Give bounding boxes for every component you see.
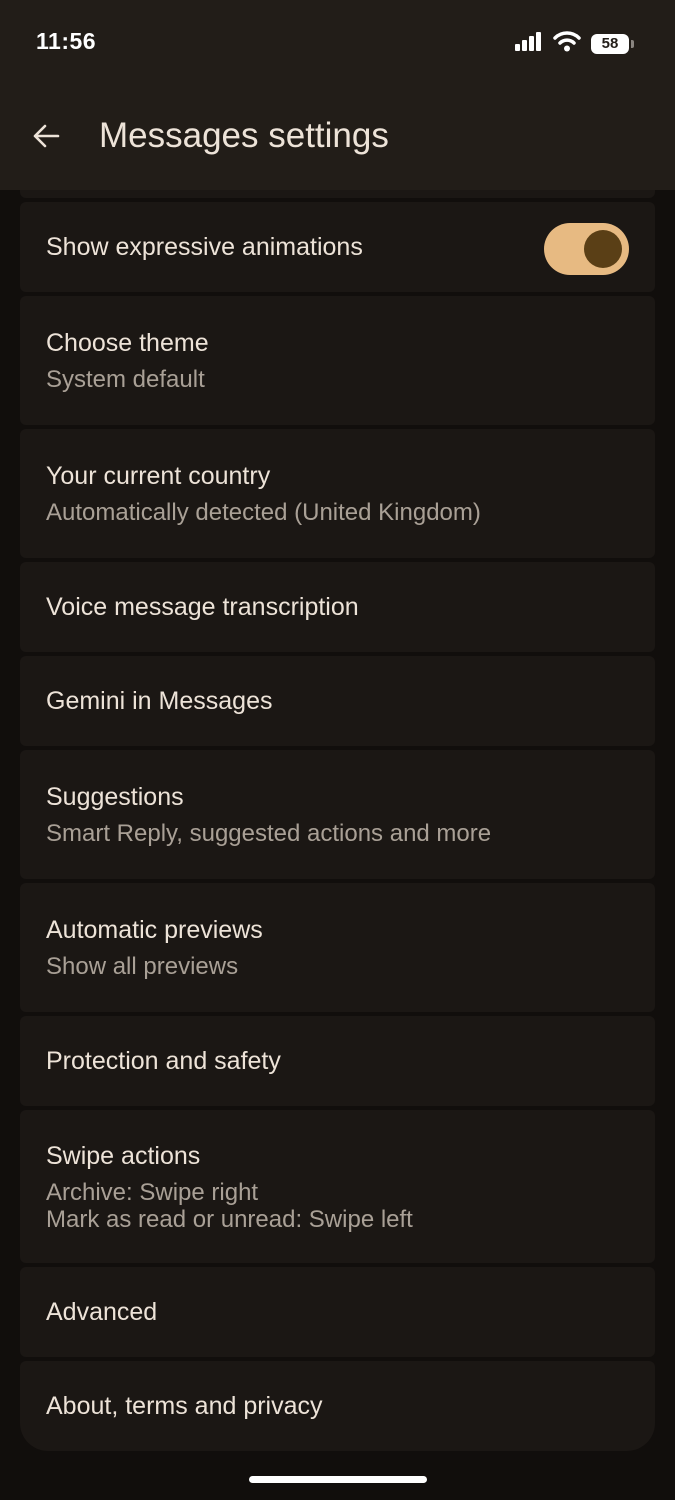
setting-title: Your current country <box>46 462 271 490</box>
setting-title: Swipe actions <box>46 1141 201 1170</box>
list-item-partial <box>20 190 655 198</box>
setting-title: Show expressive animations <box>46 233 363 261</box>
setting-show-expressive-animations[interactable]: Show expressive animations <box>20 202 655 292</box>
arrow-back-icon <box>30 120 62 157</box>
app-bar: Messages settings <box>0 90 675 190</box>
setting-gemini-in-messages[interactable]: Gemini in Messages <box>20 656 655 746</box>
setting-title: Advanced <box>46 1298 158 1326</box>
setting-subtitle: Smart Reply, suggested actions and more <box>46 820 492 847</box>
setting-automatic-previews[interactable]: Automatic previews Show all previews <box>20 883 655 1012</box>
status-time: 11:56 <box>36 28 97 54</box>
setting-current-country[interactable]: Your current country Automatically detec… <box>20 429 655 558</box>
battery-level: 58 <box>601 35 619 52</box>
battery-tip <box>631 39 634 48</box>
page-title: Messages settings <box>99 116 389 155</box>
home-indicator[interactable] <box>249 1476 427 1483</box>
setting-title: Protection and safety <box>46 1047 281 1075</box>
status-icons: 58 <box>515 30 634 57</box>
setting-choose-theme[interactable]: Choose theme System default <box>20 296 655 425</box>
expressive-animations-toggle[interactable] <box>544 223 629 275</box>
setting-about-terms-privacy[interactable]: About, terms and privacy <box>20 1361 655 1451</box>
setting-protection-and-safety[interactable]: Protection and safety <box>20 1016 655 1106</box>
setting-subtitle-secondary: Mark as read or unread: Swipe left <box>46 1205 413 1233</box>
setting-title: Choose theme <box>46 329 209 357</box>
setting-title: Automatic previews <box>46 916 263 944</box>
setting-voice-message-transcription[interactable]: Voice message transcription <box>20 562 655 652</box>
wifi-icon <box>553 30 581 57</box>
toggle-knob <box>584 230 622 268</box>
setting-subtitle: Show all previews <box>46 953 239 980</box>
setting-title: About, terms and privacy <box>46 1392 323 1420</box>
setting-subtitle: System default <box>46 366 205 393</box>
setting-advanced[interactable]: Advanced <box>20 1267 655 1357</box>
status-bar: 11:56 58 <box>0 0 675 90</box>
setting-suggestions[interactable]: Suggestions Smart Reply, suggested actio… <box>20 750 655 879</box>
battery-icon: 58 <box>591 33 634 54</box>
setting-subtitle: Automatically detected (United Kingdom) <box>46 499 481 526</box>
setting-title: Gemini in Messages <box>46 687 273 715</box>
setting-title: Suggestions <box>46 783 184 811</box>
signal-icon <box>515 31 543 56</box>
setting-title: Voice message transcription <box>46 593 359 621</box>
back-button[interactable] <box>26 118 66 158</box>
setting-subtitle: Archive: Swipe right <box>46 1178 259 1206</box>
setting-swipe-actions[interactable]: Swipe actions Archive: Swipe right Mark … <box>20 1110 655 1263</box>
settings-list: Show expressive animations Choose theme … <box>20 190 655 1455</box>
